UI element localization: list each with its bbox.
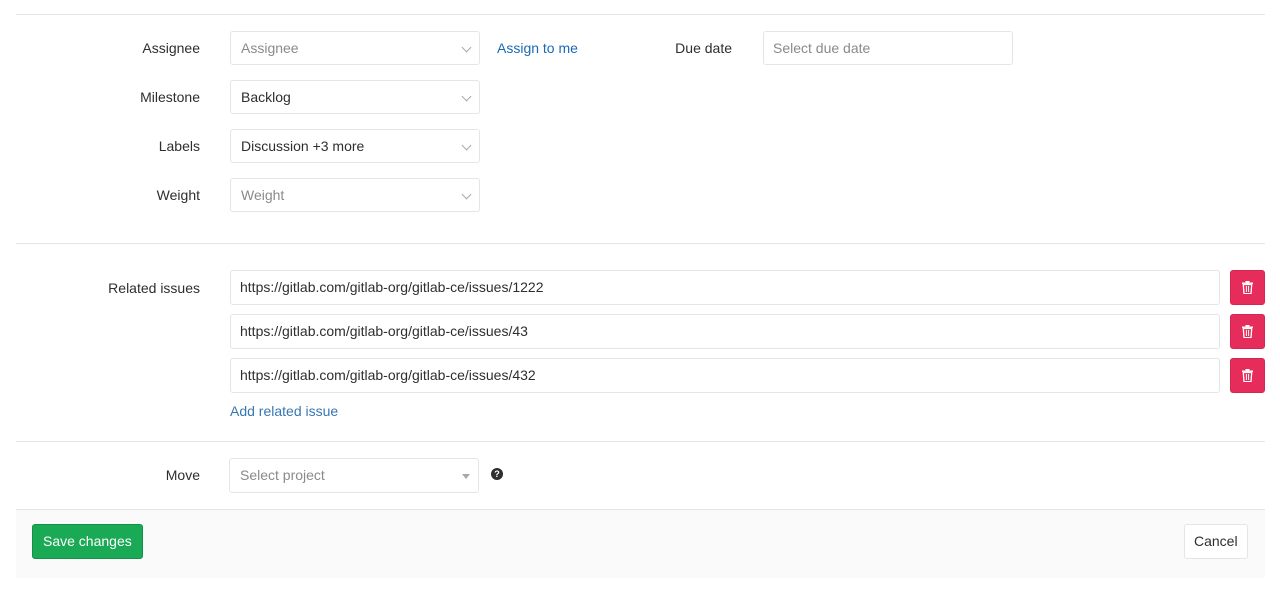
move-label: Move xyxy=(165,467,200,483)
move-project-select[interactable]: Select project xyxy=(229,458,479,493)
delete-related-issue-button[interactable] xyxy=(1230,314,1265,349)
chevron-down-icon xyxy=(461,91,472,102)
assignee-select[interactable]: Assignee xyxy=(230,31,480,65)
weight-select-value: Weight xyxy=(241,187,285,203)
related-issues-label: Related issues xyxy=(108,280,200,296)
move-project-select-value: Select project xyxy=(240,467,325,483)
top-divider xyxy=(16,14,1265,15)
due-date-label: Due date xyxy=(675,40,732,56)
related-issue-input[interactable]: https://gitlab.com/gitlab-org/gitlab-ce/… xyxy=(230,270,1220,305)
add-related-issue-link[interactable]: Add related issue xyxy=(230,401,338,421)
milestone-label: Milestone xyxy=(140,89,200,105)
related-issue-value: https://gitlab.com/gitlab-org/gitlab-ce/… xyxy=(240,367,536,383)
labels-select-value: Discussion +3 more xyxy=(241,138,365,154)
related-issue-input[interactable]: https://gitlab.com/gitlab-org/gitlab-ce/… xyxy=(230,358,1220,393)
assignee-label: Assignee xyxy=(142,40,200,56)
save-changes-button[interactable]: Save changes xyxy=(32,524,143,559)
related-issue-value: https://gitlab.com/gitlab-org/gitlab-ce/… xyxy=(240,323,528,339)
milestone-select[interactable]: Backlog xyxy=(230,80,480,114)
related-issue-value: https://gitlab.com/gitlab-org/gitlab-ce/… xyxy=(240,279,544,295)
milestone-select-value: Backlog xyxy=(241,89,291,105)
assignee-select-value: Assignee xyxy=(241,40,299,56)
delete-related-issue-button[interactable] xyxy=(1230,358,1265,393)
labels-select[interactable]: Discussion +3 more xyxy=(230,129,480,163)
trash-icon xyxy=(1242,369,1253,382)
caret-down-icon xyxy=(462,474,470,479)
section-divider xyxy=(16,441,1265,442)
trash-icon xyxy=(1242,281,1253,294)
related-issue-input[interactable]: https://gitlab.com/gitlab-org/gitlab-ce/… xyxy=(230,314,1220,349)
due-date-placeholder: Select due date xyxy=(773,40,871,56)
question-circle-icon[interactable]: ? xyxy=(491,468,503,480)
due-date-input[interactable]: Select due date xyxy=(763,31,1013,65)
cancel-button[interactable]: Cancel xyxy=(1184,524,1248,559)
labels-label: Labels xyxy=(158,138,200,154)
chevron-down-icon xyxy=(461,140,472,151)
weight-select[interactable]: Weight xyxy=(230,178,480,212)
weight-label: Weight xyxy=(156,187,200,203)
section-divider xyxy=(16,243,1265,244)
chevron-down-icon xyxy=(461,189,472,200)
form-actions xyxy=(16,509,1265,578)
trash-icon xyxy=(1242,325,1253,338)
delete-related-issue-button[interactable] xyxy=(1230,270,1265,305)
chevron-down-icon xyxy=(461,42,472,53)
